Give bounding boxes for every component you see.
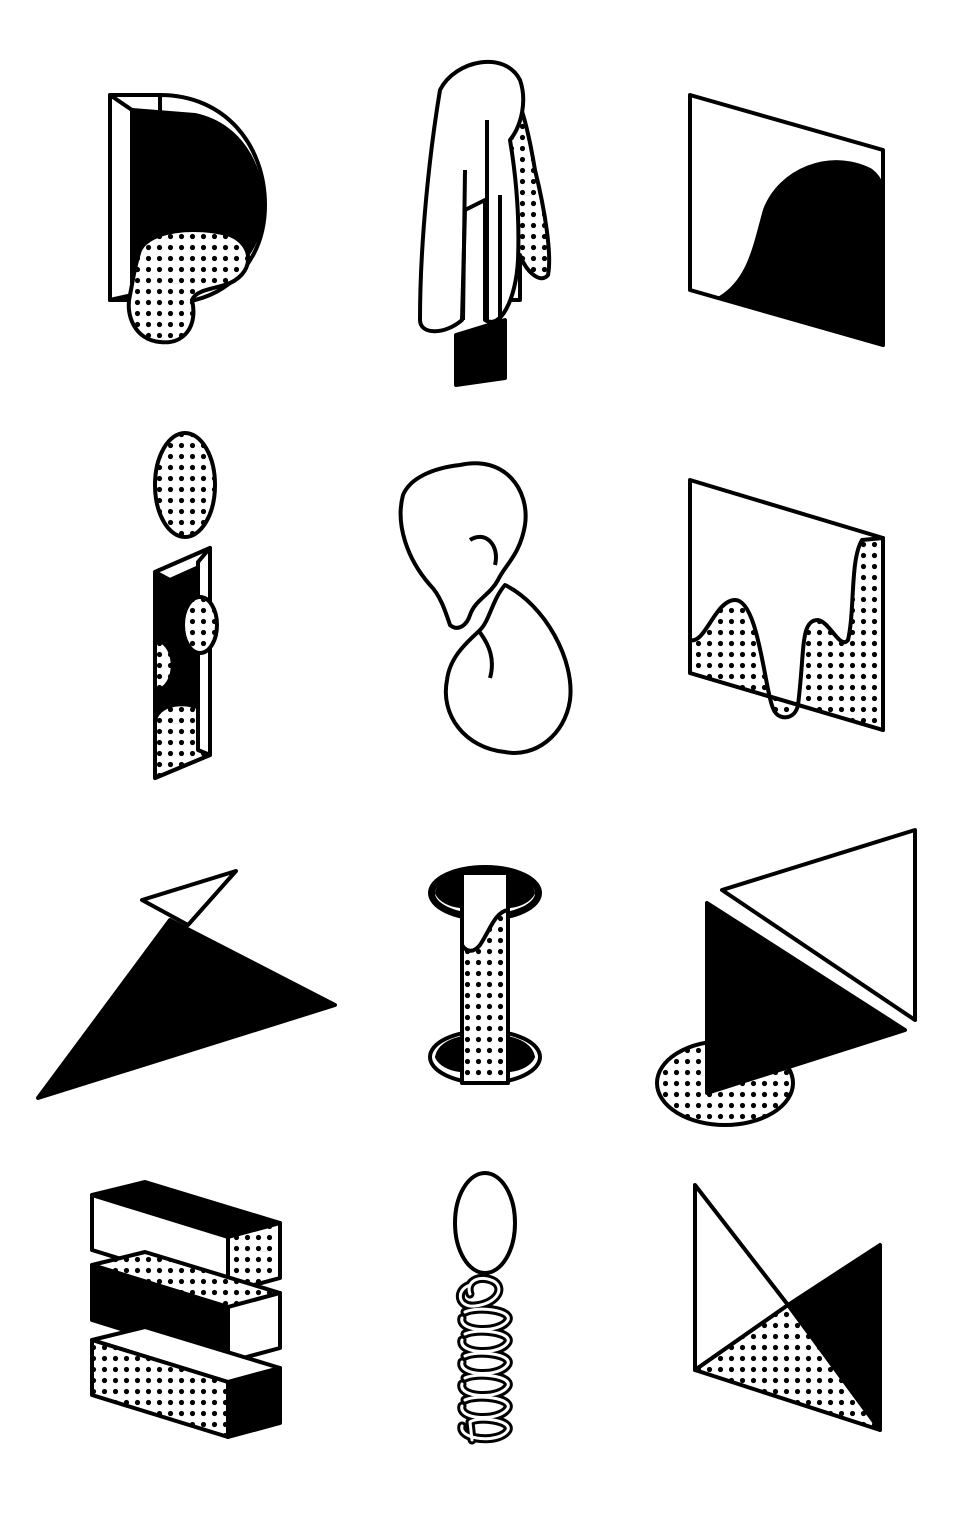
wave-panel-icon [688,93,885,347]
bowtie-panel-icon [693,1183,882,1432]
stacked-bars-icon [90,1180,282,1439]
glyph-sheet [36,60,917,1445]
linked-drops-icon [398,461,573,755]
dripping-panel-icon [688,478,885,732]
pipe-in-holes-icon [428,865,542,1085]
letter-i-icon [153,431,219,780]
triangles-icon [36,869,337,1100]
triangle-panels-icon [655,828,917,1127]
letter-r-towel-icon [418,60,552,387]
coil-icon [453,1171,517,1445]
letter-d-icon [108,93,267,345]
